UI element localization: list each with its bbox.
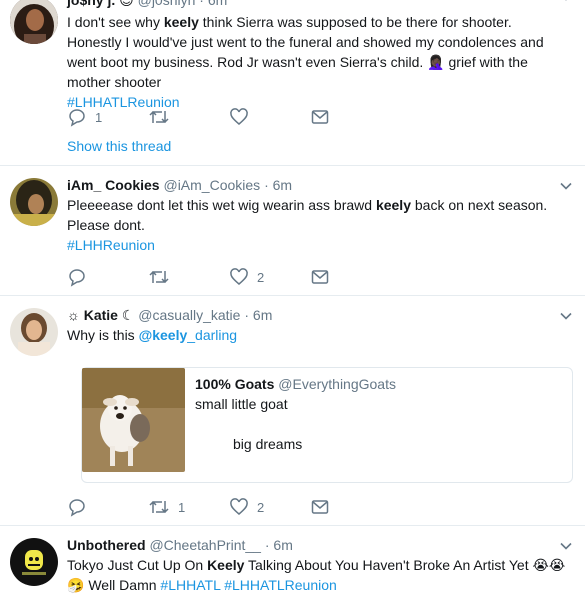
tweet-3[interactable]: ☼ Katie ☾ @casually_katie · 6m Why is th… xyxy=(0,296,585,526)
reply-icon xyxy=(69,499,85,517)
display-name[interactable]: ☼ Katie ☾ xyxy=(67,307,134,323)
message-button[interactable] xyxy=(310,497,330,517)
envelope-icon xyxy=(311,110,329,124)
reply-button[interactable]: 1 xyxy=(67,107,102,127)
like-button[interactable]: 2 xyxy=(229,497,264,517)
tweet-text: I don't see why keely think Sierra was s… xyxy=(67,14,544,110)
avatar[interactable] xyxy=(10,538,58,586)
chevron-down-icon[interactable] xyxy=(559,0,573,4)
reply-count: 1 xyxy=(95,109,103,125)
tweet-actions: 1 xyxy=(67,107,367,127)
heart-icon xyxy=(230,268,248,285)
search-term-highlight: keely xyxy=(375,197,411,213)
tweet-2[interactable]: iAm_ Cookies @iAm_Cookies · 6m Pleeeease… xyxy=(0,166,585,296)
tweet-actions: 1 2 xyxy=(67,497,367,517)
show-thread-link[interactable]: Show this thread xyxy=(67,138,171,154)
like-button[interactable]: 2 xyxy=(229,267,264,287)
tweet-header: Unbothered @CheetahPrint__ · 6m xyxy=(67,535,567,555)
chevron-down-icon[interactable] xyxy=(559,309,573,323)
display-name[interactable]: iAm_ Cookies xyxy=(67,177,160,193)
retweet-button[interactable]: 1 xyxy=(148,497,185,517)
avatar[interactable] xyxy=(10,0,58,44)
tweet-actions: 2 xyxy=(67,267,367,287)
hashtag-link[interactable]: #LHHATL #LHHATLReunion xyxy=(160,577,336,593)
chevron-down-icon[interactable] xyxy=(559,179,573,193)
quoted-text-line-1: small little goat xyxy=(195,396,288,412)
timestamp[interactable]: 6m xyxy=(273,177,292,193)
timestamp[interactable]: 6m xyxy=(253,307,272,323)
like-count: 2 xyxy=(257,269,265,285)
tweet-header: iAm_ Cookies @iAm_Cookies · 6m xyxy=(67,175,567,195)
quoted-display-name: 100% Goats xyxy=(195,376,275,392)
reply-button[interactable] xyxy=(67,497,87,517)
like-count: 2 xyxy=(257,499,265,515)
envelope-icon xyxy=(311,500,329,514)
goat-image[interactable] xyxy=(82,368,185,472)
separator-dot: · xyxy=(264,537,270,553)
tweet-text: Why is this @keely_darling xyxy=(67,327,238,343)
separator-dot: · xyxy=(244,307,250,323)
retweet-button[interactable] xyxy=(148,107,170,127)
retweet-icon xyxy=(149,110,169,124)
heart-icon xyxy=(230,498,248,515)
tweet-text: Tokyo Just Cut Up On Keely Talking About… xyxy=(67,557,566,593)
avatar[interactable] xyxy=(10,178,58,226)
tweet-text: Pleeeease dont let this wet wig wearin a… xyxy=(67,197,548,253)
separator-dot: · xyxy=(264,177,269,193)
reply-icon xyxy=(69,269,85,287)
user-handle[interactable]: @casually_katie xyxy=(138,307,240,323)
hashtag-link[interactable]: #LHHReunion xyxy=(67,237,155,253)
timestamp[interactable]: 6m xyxy=(208,0,227,8)
search-term-highlight: keely xyxy=(163,14,199,30)
mention-link[interactable]: @keely_darling xyxy=(139,327,238,343)
quoted-text-line-2: big dreams xyxy=(233,436,303,452)
quoted-tweet-body: 100% Goats @EverythingGoats small little… xyxy=(195,374,562,454)
display-name[interactable]: jo$hy j. 😍 xyxy=(67,0,134,8)
tweet-header: ☼ Katie ☾ @casually_katie · 6m xyxy=(67,305,567,325)
quoted-tweet[interactable]: 100% Goats @EverythingGoats small little… xyxy=(81,367,573,483)
retweet-count: 1 xyxy=(178,499,186,515)
timestamp[interactable]: 6m xyxy=(273,537,292,553)
retweet-icon xyxy=(149,500,169,514)
separator-dot: · xyxy=(199,0,204,8)
search-timeline: jo$hy j. 😍 @j0shlyn · 6m I don't see why… xyxy=(0,0,585,611)
quoted-user-handle: @EverythingGoats xyxy=(278,376,396,392)
user-handle[interactable]: @iAm_Cookies xyxy=(163,177,260,193)
envelope-icon xyxy=(311,270,329,284)
tweet-header: jo$hy j. 😍 @j0shlyn · 6m xyxy=(67,0,567,10)
tweet-1[interactable]: jo$hy j. 😍 @j0shlyn · 6m I don't see why… xyxy=(0,0,585,166)
heart-icon xyxy=(230,108,248,125)
avatar[interactable] xyxy=(10,308,58,356)
like-button[interactable] xyxy=(229,107,249,127)
retweet-button[interactable] xyxy=(148,267,170,287)
reply-button[interactable] xyxy=(67,267,87,287)
chevron-down-icon[interactable] xyxy=(559,539,573,553)
message-button[interactable] xyxy=(310,107,330,127)
user-handle[interactable]: @j0shlyn xyxy=(138,0,196,8)
display-name[interactable]: Unbothered xyxy=(67,537,146,553)
message-button[interactable] xyxy=(310,267,330,287)
reply-icon xyxy=(69,109,85,127)
user-handle[interactable]: @CheetahPrint__ xyxy=(149,537,261,553)
search-term-highlight: Keely xyxy=(207,557,245,573)
tweet-4[interactable]: Unbothered @CheetahPrint__ · 6m Tokyo Ju… xyxy=(0,526,585,611)
retweet-icon xyxy=(149,270,169,284)
